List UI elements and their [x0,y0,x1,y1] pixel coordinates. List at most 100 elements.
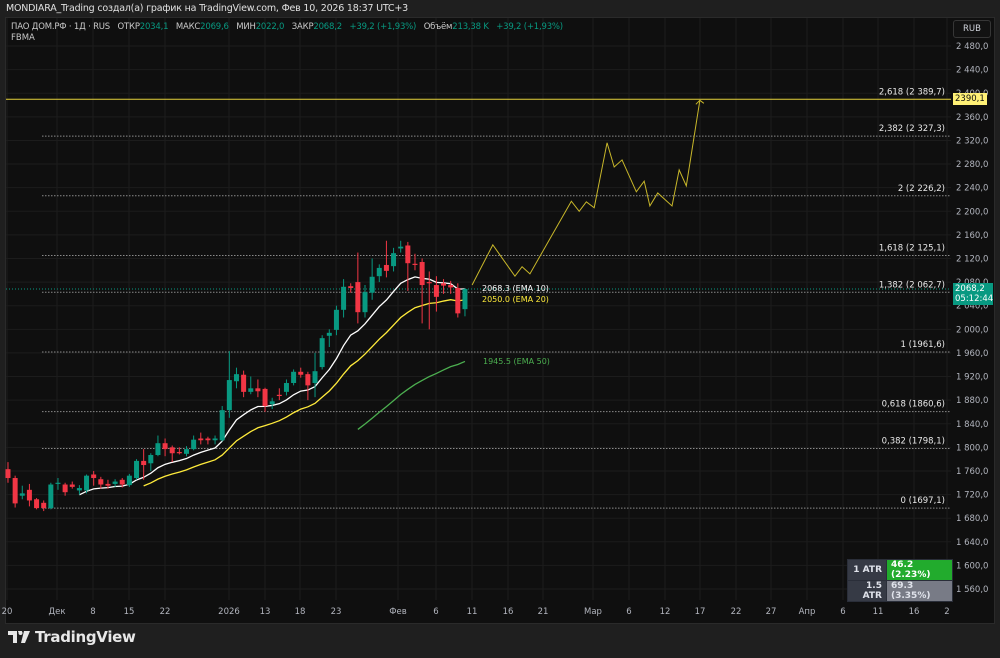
candle-body [341,286,347,310]
high-label: МАКС [175,22,201,32]
time-tick-label: 17 [695,607,706,617]
price-tick-label: 1 760,0 [956,467,988,477]
price-tick-label: 2 200,0 [956,207,988,217]
candle-body [62,484,68,493]
candle-body [462,289,468,310]
symbol-legend: ПАО ДОМ.РФ · 1Д · RUS ОТКР2034,1 МАКС 206… [11,22,563,32]
time-tick-label: 12 [660,607,671,617]
candle-body [119,479,125,485]
price-tick-label: 1 960,0 [956,349,988,359]
candle-body [355,282,361,313]
time-tick-label: 6 [626,607,631,617]
candle-body [112,481,118,484]
candle-body [319,338,325,368]
candle-body [98,479,104,485]
candle-body [55,482,61,484]
price-tick-label: 1 560,0 [956,585,988,595]
candle-body [219,410,225,441]
candle-body [255,388,261,392]
atr-value: 46.2 (2.23%) [886,559,953,581]
candle-body [333,309,339,330]
candle-body [233,374,239,382]
time-tick-label: Фев [389,607,407,617]
time-tick-label: 16 [503,607,514,617]
time-tick-label: 22 [160,607,171,617]
candle-body [26,489,32,501]
fib-level-label: 1,618 (2 125,1) [879,243,945,253]
open-label: ОТКР [117,22,140,32]
candle-body [184,449,189,454]
indicator-legend[interactable]: FBMA [11,33,35,43]
time-tick-label: Мар [584,607,602,617]
candle-body [5,469,11,479]
fib-level-label: 2,618 (2 389,7) [879,87,945,97]
price-tick-label: 2 480,0 [956,42,988,52]
candle-body [298,371,304,375]
candle-body [276,394,282,396]
candle-body [269,401,275,405]
candle-body [398,246,404,249]
price-tick-label: 2 240,0 [956,184,988,194]
candle-body [291,371,297,384]
close-value: 2068,2 [313,22,342,32]
ema-label: 2050.0 (EMA 20) [482,295,549,304]
ema-label: 2068.3 (EMA 10) [482,284,549,293]
projection-path [471,99,705,286]
price-tick-label: 2 360,0 [956,113,988,123]
candle-body [134,460,140,479]
atr-row: 1 ATR 46.2 (2.23%) [847,559,953,581]
volume-label: Объём [423,22,453,32]
candle-body [426,282,432,284]
grid [6,18,951,600]
fib-level-label: 0,382 (1798,1) [882,436,945,446]
change-value: +39,2 (+1,93%) [349,22,417,32]
time-tick-label: 18 [295,607,306,617]
price-tick-label: 2 320,0 [956,136,988,146]
price-tick-label: 1 600,0 [956,561,988,571]
bar-countdown: 05:12:44 [955,294,994,304]
price-axis: 2 480,02 440,02 400,02 360,02 320,02 280… [956,42,988,595]
candle-body [148,455,154,464]
price-tick-label: 1 720,0 [956,491,988,501]
candle-body [448,285,454,288]
candle-body [12,478,18,504]
candle-body [376,267,382,277]
time-tick-label: 21 [538,607,549,617]
candle-body [84,475,90,491]
ema-label: 1945.5 (EMA 50) [483,357,550,366]
candle-body [348,286,354,288]
candle-body [305,374,311,386]
candle-body [155,443,161,456]
candle-body [283,383,289,392]
candle-body [76,488,82,491]
atr-value: 69.3 (3.35%) [886,580,953,602]
tradingview-logo[interactable]: TradingView [8,628,136,646]
candle-body [383,264,389,271]
price-tick-label: 2 280,0 [956,160,988,170]
atr-label: 1.5 ATR [847,580,887,602]
fib-level-label: 2,382 (2 327,3) [879,124,945,134]
time-tick-label: 16 [909,607,920,617]
candle-body [69,484,75,487]
price-tick-label: 2 440,0 [956,66,988,76]
time-tick-label: 15 [124,607,135,617]
price-tick-label: 1 840,0 [956,420,988,430]
time-tick-label: 11 [467,607,478,617]
time-tick-label: 6 [433,607,438,617]
ema-50-line [357,360,466,430]
candle-body [419,262,425,286]
candle-body [226,380,232,411]
last-price: 2068,2 [955,284,985,294]
currency-button[interactable]: RUB [953,20,991,38]
candle-body [405,245,411,264]
candle-body [262,388,268,407]
symbol-name[interactable]: ПАО ДОМ.РФ · 1Д · RUS [11,22,110,32]
open-value: 2034,1 [139,22,169,32]
atr-row: 1.5 ATR 69.3 (3.35%) [847,580,953,602]
atr-label: 1 ATR [847,559,887,581]
candle-body [41,502,47,509]
change-value-2: +39,2 (+1,93%) [496,22,563,32]
close-label: ЗАКР [291,22,314,32]
logo-text: TradingView [35,628,136,646]
candle-body [441,283,447,286]
